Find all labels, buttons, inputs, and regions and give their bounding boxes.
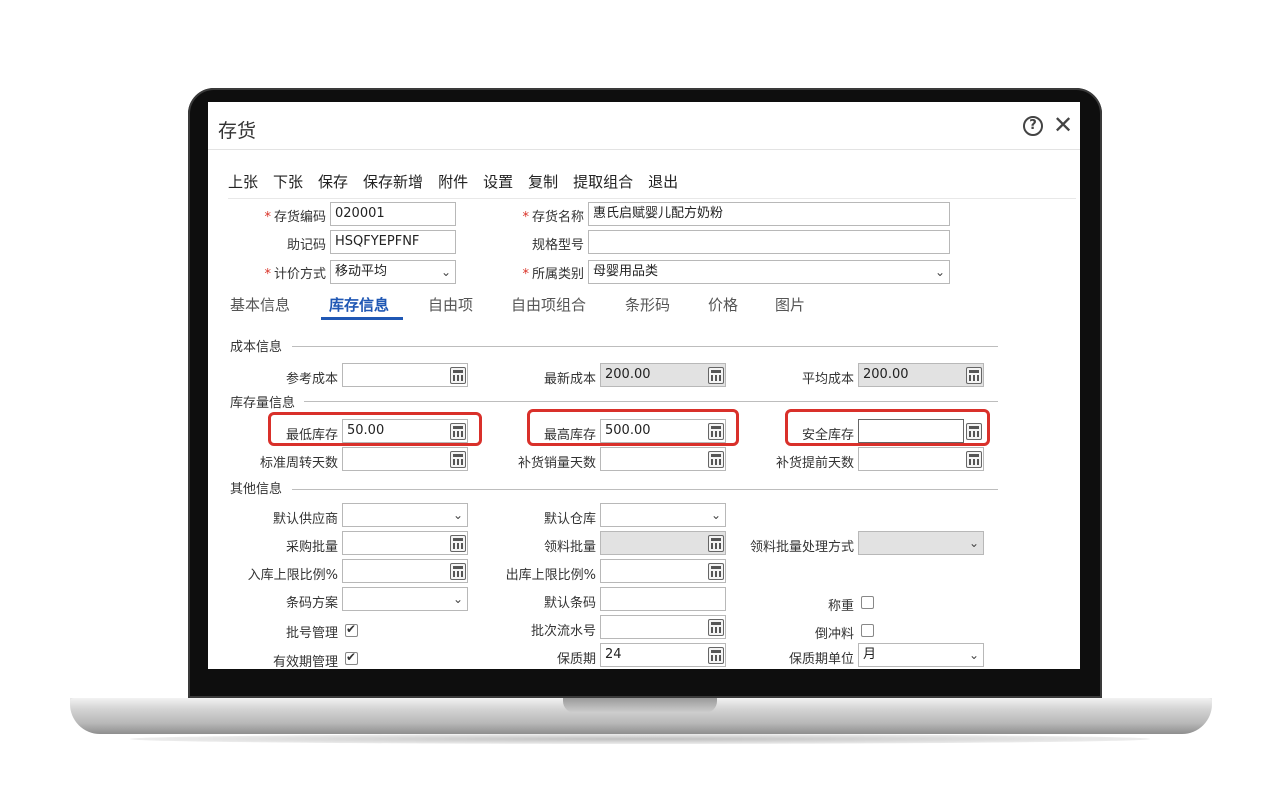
dialog-title: 存货 xyxy=(218,120,257,142)
section-cost-title: 成本信息 xyxy=(230,340,283,355)
spec-input[interactable] xyxy=(588,230,950,254)
calculator-icon[interactable] xyxy=(708,647,724,664)
name-input[interactable]: 惠氏启赋婴儿配方奶粉 xyxy=(588,202,950,226)
tab-free-items[interactable]: 自由项 xyxy=(428,294,473,315)
barcode-scheme-label: 条码方案 xyxy=(285,596,338,611)
avg-cost-label: 平均成本 xyxy=(801,372,854,387)
section-stock-title: 库存量信息 xyxy=(230,396,296,411)
toolbar-divider xyxy=(228,198,1076,199)
ref-cost-label: 参考成本 xyxy=(285,372,338,387)
pick-method-label: 领料批量处理方式 xyxy=(749,540,854,555)
barcode-scheme-select[interactable]: ⌄ xyxy=(342,587,468,611)
help-icon[interactable]: ? xyxy=(1023,116,1043,136)
chevron-down-icon: ⌄ xyxy=(934,265,945,279)
toolbar-save-button[interactable]: 保存 xyxy=(318,171,348,193)
calculator-icon[interactable] xyxy=(708,563,724,580)
calculator-icon[interactable] xyxy=(450,535,466,552)
laptop-notch xyxy=(563,698,717,713)
backflush-label: 倒冲料 xyxy=(814,627,854,642)
pick-batch-label: 领料批量 xyxy=(543,540,596,555)
toolbar-copy-button[interactable]: 复制 xyxy=(528,171,558,193)
calculator-icon[interactable] xyxy=(966,367,982,384)
chevron-down-icon: ⌄ xyxy=(452,508,463,522)
calculator-icon[interactable] xyxy=(708,619,724,636)
default-barcode-label: 默认条码 xyxy=(543,596,596,611)
tab-price[interactable]: 价格 xyxy=(708,294,738,315)
dialog-title-bar: 存货 ? ✕ xyxy=(208,102,1080,150)
replenish-days-label: 补货销量天数 xyxy=(517,456,596,471)
tab-barcode[interactable]: 条形码 xyxy=(625,294,670,315)
max-stock-highlight xyxy=(527,409,739,446)
laptop-shadow xyxy=(130,734,1150,744)
screen: 存货 ? ✕ 上张 下张 保存 保存新增 附件 设置 复制 提取组合 退出 * 存… xyxy=(208,102,1080,669)
toolbar: 上张 下张 保存 保存新增 附件 设置 复制 提取组合 退出 xyxy=(228,171,693,193)
latest-cost-label: 最新成本 xyxy=(543,372,596,387)
default-warehouse-label: 默认仓库 xyxy=(543,512,596,527)
pricing-select[interactable]: 移动平均 ⌄ xyxy=(330,260,456,284)
pricing-label: * 计价方式 xyxy=(264,267,326,282)
code-input[interactable]: 020001 xyxy=(330,202,456,226)
toolbar-attachment-button[interactable]: 附件 xyxy=(438,171,468,193)
tab-images[interactable]: 图片 xyxy=(775,294,805,315)
safety-stock-highlight xyxy=(785,409,990,446)
chevron-down-icon: ⌄ xyxy=(968,536,979,550)
section-other-divider xyxy=(292,489,998,490)
tab-stock-info[interactable]: 库存信息 xyxy=(329,294,389,315)
toolbar-next-button[interactable]: 下张 xyxy=(273,171,303,193)
mnemonic-label: 助记码 xyxy=(286,238,326,253)
active-tab-indicator xyxy=(321,317,403,320)
toolbar-exit-button[interactable]: 退出 xyxy=(648,171,678,193)
default-supplier-label: 默认供应商 xyxy=(272,512,338,527)
expiry-mgmt-checkbox[interactable] xyxy=(345,650,358,665)
shelf-unit-select[interactable]: 月 ⌄ xyxy=(858,643,984,667)
batch-mgmt-label: 批号管理 xyxy=(285,626,338,641)
mnemonic-input[interactable]: HSQFYEPFNF xyxy=(330,230,456,254)
min-stock-highlight xyxy=(268,412,482,446)
calculator-icon[interactable] xyxy=(966,451,982,468)
tab-free-item-combo[interactable]: 自由项组合 xyxy=(511,294,586,315)
calculator-icon[interactable] xyxy=(450,563,466,580)
purchase-batch-label: 采购批量 xyxy=(285,540,338,555)
batch-serial-label: 批次流水号 xyxy=(530,624,596,639)
chevron-down-icon: ⌄ xyxy=(710,508,721,522)
section-other-title: 其他信息 xyxy=(230,482,283,497)
calculator-icon[interactable] xyxy=(708,535,724,552)
expiry-mgmt-label: 有效期管理 xyxy=(272,655,338,669)
chevron-down-icon: ⌄ xyxy=(452,592,463,606)
calculator-icon[interactable] xyxy=(450,451,466,468)
close-icon[interactable]: ✕ xyxy=(1053,110,1073,140)
default-supplier-select[interactable]: ⌄ xyxy=(342,503,468,527)
toolbar-settings-button[interactable]: 设置 xyxy=(483,171,513,193)
shelf-life-label: 保质期 xyxy=(556,652,596,667)
weigh-label: 称重 xyxy=(827,599,854,614)
pick-method-select: ⌄ xyxy=(858,531,984,555)
chevron-down-icon: ⌄ xyxy=(440,265,451,279)
chevron-down-icon: ⌄ xyxy=(968,648,979,662)
code-label: * 存货编码 xyxy=(264,210,326,225)
toolbar-save-new-button[interactable]: 保存新增 xyxy=(363,171,423,193)
in-limit-label: 入库上限比例% xyxy=(247,568,338,583)
turnover-days-label: 标准周转天数 xyxy=(259,456,338,471)
section-stock-divider xyxy=(304,401,998,402)
batch-mgmt-checkbox[interactable] xyxy=(345,622,358,637)
category-label: * 所属类别 xyxy=(522,267,584,282)
category-select[interactable]: 母婴用品类 ⌄ xyxy=(588,260,950,284)
weigh-checkbox[interactable] xyxy=(861,596,874,609)
toolbar-prev-button[interactable]: 上张 xyxy=(228,171,258,193)
calculator-icon[interactable] xyxy=(708,367,724,384)
lead-days-label: 补货提前天数 xyxy=(775,456,854,471)
name-label: * 存货名称 xyxy=(522,210,584,225)
toolbar-extract-combo-button[interactable]: 提取组合 xyxy=(573,171,633,193)
shelf-unit-label: 保质期单位 xyxy=(788,652,854,667)
out-limit-label: 出库上限比例% xyxy=(505,568,596,583)
default-warehouse-select[interactable]: ⌄ xyxy=(600,503,726,527)
default-barcode-input[interactable] xyxy=(600,587,726,611)
section-cost-divider xyxy=(292,346,998,347)
tab-basic-info[interactable]: 基本信息 xyxy=(230,294,290,315)
backflush-checkbox[interactable] xyxy=(861,624,874,637)
calculator-icon[interactable] xyxy=(450,367,466,384)
calculator-icon[interactable] xyxy=(708,451,724,468)
spec-label: 规格型号 xyxy=(531,238,584,253)
